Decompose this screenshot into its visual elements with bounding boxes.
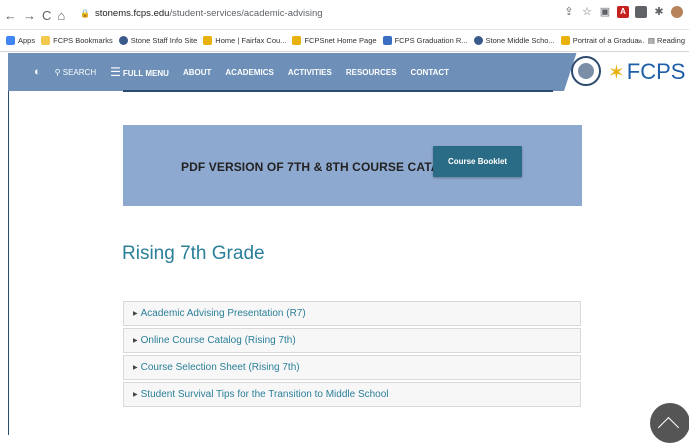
nav-activities[interactable]: ACTIVITIES: [288, 68, 332, 77]
more-bookmarks-button[interactable]: »: [638, 36, 642, 45]
search-button[interactable]: ⚲ SEARCH: [55, 68, 96, 77]
calendar-icon: [382, 36, 392, 45]
fcps-star-icon: [560, 36, 570, 45]
puzzle-icon[interactable]: ✱: [653, 6, 665, 18]
nav-about[interactable]: ABOUT: [183, 68, 211, 77]
extension-icon[interactable]: ▣: [599, 6, 611, 18]
page-left-border: [8, 91, 9, 435]
globe-icon[interactable]: ◐: [34, 66, 41, 78]
page-title: Rising 7th Grade: [122, 243, 265, 264]
site-icon: [473, 36, 483, 45]
address-bar[interactable]: 🔒 stonems.fcps.edu/student-services/acade…: [80, 8, 323, 19]
scroll-to-top-button[interactable]: [650, 403, 689, 443]
reading-list-button[interactable]: ▤ Reading: [648, 36, 685, 45]
fcps-star-icon: ✶: [608, 62, 625, 84]
browser-toolbar: ←→C⌂ 🔒 stonems.fcps.edu/student-services/…: [0, 0, 689, 30]
bookmark-apps[interactable]: Apps: [6, 36, 35, 45]
caret-right-icon: ▶: [133, 311, 138, 317]
nav-divider: [123, 90, 553, 92]
avatar-icon[interactable]: [671, 6, 683, 18]
full-menu-button[interactable]: ☰ FULL MENU: [110, 65, 169, 79]
star-icon[interactable]: ☆: [581, 6, 593, 18]
browser-right-icons: ⇪ ☆ ▣ A ✱: [563, 6, 683, 18]
bookmark-fcps-graduation[interactable]: FCPS Graduation R...: [382, 36, 468, 45]
browser-nav-buttons[interactable]: ←→C⌂: [4, 8, 71, 23]
accordion-item[interactable]: ▶ Academic Advising Presentation (R7): [123, 301, 581, 326]
course-booklet-button[interactable]: Course Booklet: [433, 146, 522, 177]
caret-right-icon: ▶: [133, 392, 138, 398]
fcps-logo[interactable]: ✶FCPS: [608, 59, 685, 85]
folder-icon: [41, 36, 51, 45]
share-icon[interactable]: ⇪: [563, 6, 575, 18]
caret-right-icon: ▶: [133, 365, 138, 371]
lock-icon: 🔒: [80, 9, 90, 18]
url-domain: stonems.fcps.edu: [94, 8, 170, 19]
catalog-banner: PDF VERSION OF 7TH & 8TH COURSE CATALOGS…: [123, 125, 582, 206]
bookmark-portrait-graduate[interactable]: Portrait of a Gradua...: [560, 36, 645, 45]
url-path: /student-services/academic-advising: [169, 8, 323, 19]
bookmark-stone-middle[interactable]: Stone Middle Scho...: [473, 36, 555, 45]
accordion-item[interactable]: ▶ Course Selection Sheet (Rising 7th): [123, 355, 581, 380]
pdf-icon[interactable]: A: [617, 6, 629, 18]
bookmark-fcps-bookmarks[interactable]: FCPS Bookmarks: [41, 36, 113, 45]
bookmark-fairfax-home[interactable]: Home | Fairfax Cou...: [203, 36, 286, 45]
bookmark-stone-staff[interactable]: Stone Staff Info Site: [118, 36, 197, 45]
accordion-item[interactable]: ▶ Online Course Catalog (Rising 7th): [123, 328, 581, 353]
nav-academics[interactable]: ACADEMICS: [225, 68, 273, 77]
apps-icon: [6, 36, 15, 45]
site-icon: [118, 36, 128, 45]
accordion-item[interactable]: ▶ Student Survival Tips for the Transitio…: [123, 382, 581, 407]
bookmark-fcpsnet[interactable]: FCPSnet Home Page: [292, 36, 377, 45]
extension2-icon[interactable]: [635, 6, 647, 18]
nav-resources[interactable]: RESOURCES: [346, 68, 397, 77]
hamburger-icon: ☰: [110, 65, 121, 79]
fcps-star-icon: [292, 36, 302, 45]
school-seal-icon[interactable]: [571, 56, 601, 86]
nav-items: ◐ ⚲ SEARCH ☰ FULL MENU ABOUT ACADEMICS AC…: [8, 53, 449, 91]
caret-right-icon: ▶: [133, 338, 138, 344]
bookmarks-bar: Apps FCPS Bookmarks Stone Staff Info Sit…: [0, 30, 689, 52]
nav-contact[interactable]: CONTACT: [411, 68, 450, 77]
fcps-star-icon: [203, 36, 213, 45]
bookmarks-end: » ▤ Reading: [638, 36, 685, 45]
